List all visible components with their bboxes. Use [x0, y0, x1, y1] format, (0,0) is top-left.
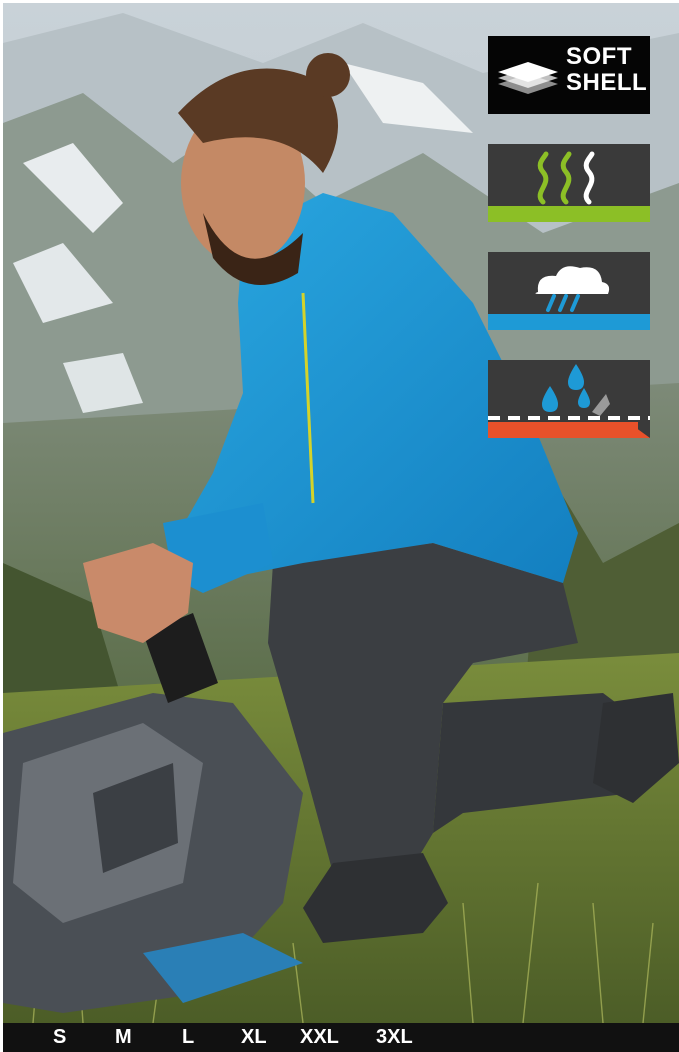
softshell-label-line1: SOFT: [566, 43, 632, 70]
size-label: XXL: [300, 1026, 339, 1048]
water-drops-repellent-icon: [488, 364, 650, 438]
size-label: XL: [241, 1026, 267, 1048]
breathable-badge: [488, 144, 650, 222]
softshell-label: SOFT SHELL: [566, 44, 647, 96]
waterproof-badge: [488, 252, 650, 330]
size-bar: S M L XL XXL 3XL: [3, 1023, 679, 1052]
rain-cloud-icon: [488, 266, 650, 330]
size-label: M: [115, 1026, 132, 1048]
softshell-label-line2: SHELL: [566, 69, 648, 96]
size-label: 3XL: [376, 1026, 413, 1048]
product-image-frame: SOFT SHELL S M L XL XXL 3XL: [0, 0, 679, 1052]
softshell-badge: SOFT SHELL: [488, 36, 650, 114]
breathable-steam-icon: [488, 151, 650, 222]
water-repellent-badge: [488, 360, 650, 438]
size-label: S: [53, 1026, 67, 1048]
size-label: L: [182, 1026, 195, 1048]
